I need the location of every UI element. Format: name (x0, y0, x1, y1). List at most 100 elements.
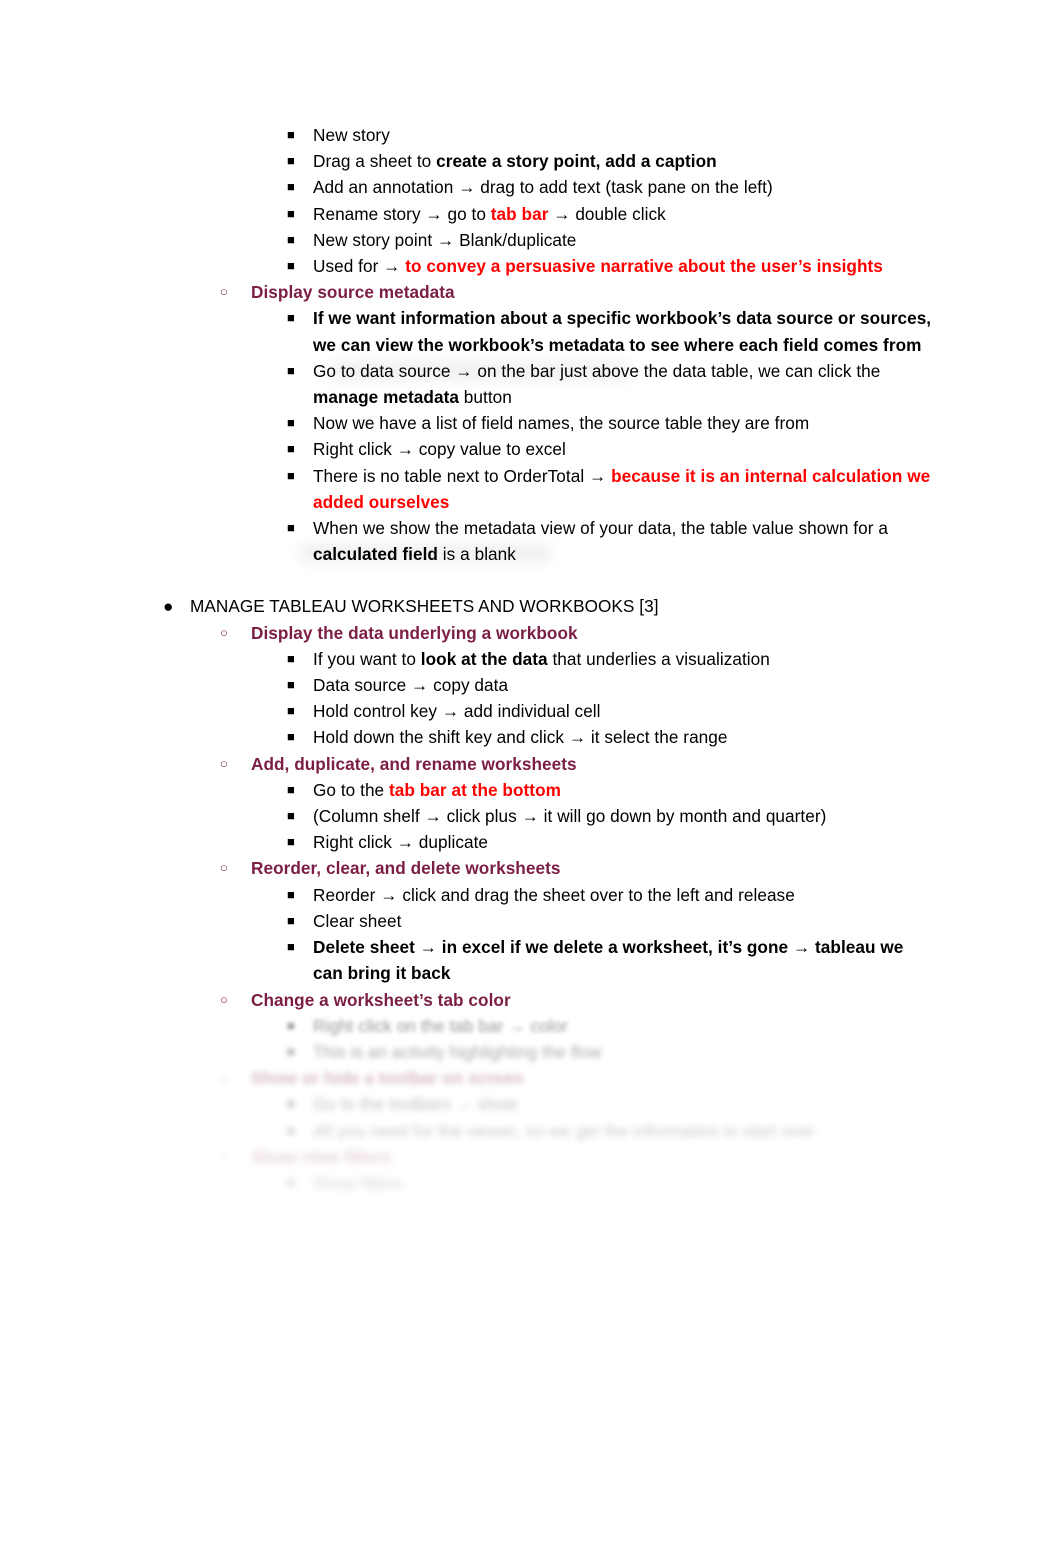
manage-tableau-section: ● MANAGE TABLEAU WORKSHEETS AND WORKBOOK… (0, 593, 1062, 1012)
list-item-text: Hold down the shift key and click → it s… (313, 727, 728, 748)
square-bullet-icon: ■ (287, 1174, 295, 1190)
square-bullet-icon: ■ (287, 205, 295, 221)
list-item-text-bold: calculated field (313, 544, 438, 565)
list-item: ■ Delete sheet → in excel if we delete a… (0, 934, 1062, 986)
circle-bullet-icon: ○ (220, 991, 228, 1007)
list-item: ■ Reorder → click and drag the sheet ove… (0, 882, 1062, 908)
list-item: ■ Now we have a list of field names, the… (0, 410, 1062, 436)
list-item-text: Right click → duplicate (313, 832, 489, 853)
square-bullet-icon: ■ (287, 231, 295, 247)
obscured-content-region: ■ Right click on the tab bar → color ■ T… (0, 1013, 1062, 1196)
list-item: ■ Add an annotation → drag to add text (… (0, 174, 1062, 200)
list-item-text-highlight: tab bar at the bottom (388, 779, 561, 800)
square-bullet-icon: ■ (287, 834, 295, 850)
square-bullet-icon: ■ (287, 520, 295, 536)
list-item: ■ Hold control key → add individual cell (0, 698, 1062, 724)
subsection-heading-label: Add, duplicate, and rename worksheets (251, 753, 577, 774)
subsection-heading-label: Display the data underlying a workbook (251, 622, 578, 643)
list-item-text: Add an annotation → drag to add text (ta… (313, 177, 773, 198)
subsection-heading-display-data-underlying: ○ Display the data underlying a workbook (0, 620, 1062, 646)
list-item-text: All you need for the viewer, so we get t… (313, 1120, 816, 1141)
square-bullet-icon: ■ (287, 467, 295, 483)
list-item-text-pre: Used for → (313, 256, 406, 277)
square-bullet-icon: ■ (287, 703, 295, 719)
list-item-obscured: ■ Show filters (0, 1170, 1062, 1196)
list-item-text: New story point → Blank/duplicate (313, 229, 577, 250)
list-item: ■ Go to data source → on the bar just ab… (0, 358, 1062, 410)
list-item-text: Hold control key → add individual cell (313, 701, 601, 722)
list-item-text-post: that underlies a visualization (547, 648, 770, 669)
subsection-heading-label: Reorder, clear, and delete worksheets (251, 858, 561, 879)
list-item-text-post: is a blank (437, 544, 516, 565)
list-item: ■ Drag a sheet to create a story point, … (0, 148, 1062, 174)
list-item-text: Delete sheet → in excel if we delete a w… (313, 937, 904, 984)
list-item: ■ Go to the tab bar at the bottom (0, 777, 1062, 803)
circle-bullet-icon: ○ (220, 1148, 228, 1164)
circle-bullet-icon: ○ (220, 284, 228, 300)
square-bullet-icon: ■ (287, 258, 295, 274)
square-bullet-icon: ■ (287, 1122, 295, 1138)
square-bullet-icon: ■ (287, 441, 295, 457)
circle-bullet-icon: ○ (220, 1070, 228, 1086)
square-bullet-icon: ■ (287, 939, 295, 955)
list-item: ■ Clear sheet (0, 908, 1062, 934)
list-item: ■ Right click → copy value to excel (0, 436, 1062, 462)
list-item-text-bold: look at the data (420, 648, 548, 669)
square-bullet-icon: ■ (287, 153, 295, 169)
subsection-heading-obscured: ○ Show or hide a toolbar on screen (0, 1065, 1062, 1091)
list-item-text: New story (313, 125, 390, 145)
list-item: ■ Right click → duplicate (0, 829, 1062, 855)
subsection-heading-display-source-metadata: ○ Display source metadata (0, 279, 1062, 305)
square-bullet-icon: ■ (287, 677, 295, 693)
list-item: ■ There is no table next to OrderTotal →… (0, 463, 1062, 515)
list-item: ■ If we want information about a specifi… (0, 305, 1062, 357)
list-item-text: Right click on the tab bar → color (313, 1015, 568, 1036)
list-item-text-bold: create a story point, add a caption (436, 151, 717, 172)
square-bullet-icon: ■ (287, 729, 295, 745)
list-item-text: Clear sheet (313, 910, 402, 931)
list-item-obscured: ■ This is an activity highlighting the f… (0, 1039, 1062, 1065)
subsection-heading-obscured: ○ Show view filters (0, 1144, 1062, 1170)
subsection-heading-reorder-clear-delete: ○ Reorder, clear, and delete worksheets (0, 855, 1062, 881)
circle-bullet-icon: ○ (220, 755, 228, 771)
list-item-text-pre: If you want to (313, 648, 421, 669)
list-item: ■ If you want to look at the data that u… (0, 646, 1062, 672)
list-item-text-highlight: to convey a persuasive narrative about t… (405, 256, 883, 277)
list-item-text: Right click → copy value to excel (313, 439, 566, 460)
list-item-text-highlight: tab bar (490, 203, 549, 224)
subsection-heading-change-tab-color: ○ Change a worksheet’s tab color (0, 987, 1062, 1013)
square-bullet-icon: ■ (287, 886, 295, 902)
list-item-obscured: ■ Right click on the tab bar → color (0, 1013, 1062, 1039)
list-item-text: Data source → copy data (313, 675, 509, 696)
square-bullet-icon: ■ (287, 362, 295, 378)
list-item-text-pre: Go to the (313, 779, 389, 800)
list-item: ■ Rename story → go to tab bar → double … (0, 201, 1062, 227)
section-heading-manage-tableau: ● MANAGE TABLEAU WORKSHEETS AND WORKBOOK… (0, 593, 1062, 619)
list-item: ■ New story point → Blank/duplicate (0, 227, 1062, 253)
list-item-text-bold: manage metadata (313, 387, 459, 408)
subsection-heading-label: Show view filters (251, 1146, 392, 1167)
story-items-list: ■ New story ■ Drag a sheet to create a s… (0, 122, 1062, 279)
subsection-heading-label: Change a worksheet’s tab color (251, 989, 511, 1010)
square-bullet-icon: ■ (287, 179, 295, 195)
list-item-text: Reorder → click and drag the sheet over … (313, 884, 795, 905)
list-item: ■ Used for → to convey a persuasive narr… (0, 253, 1062, 279)
square-bullet-icon: ■ (287, 1017, 295, 1033)
list-item-text-pre: Go to data source → on the bar just abov… (313, 360, 881, 381)
square-bullet-icon: ■ (287, 1043, 295, 1059)
display-source-metadata-section: ○ Display source metadata ■ If we want i… (0, 279, 1062, 567)
list-item-text-pre: When we show the metadata view of your d… (313, 518, 888, 539)
list-item-text: Go to the toolbars → show (313, 1094, 518, 1115)
list-item-text: If we want information about a specific … (313, 308, 932, 355)
square-bullet-icon: ■ (287, 912, 295, 928)
square-bullet-icon: ■ (287, 1096, 295, 1112)
square-bullet-icon: ■ (287, 127, 295, 142)
disc-bullet-icon: ● (163, 596, 174, 617)
list-item-obscured: ■ All you need for the viewer, so we get… (0, 1118, 1062, 1144)
list-item-text-post: → double click (548, 203, 666, 224)
subsection-heading-add-duplicate-rename: ○ Add, duplicate, and rename worksheets (0, 751, 1062, 777)
document-page: ■ New story ■ Drag a sheet to create a s… (0, 0, 1062, 1556)
list-item: ■ New story (0, 122, 1062, 148)
section-heading-label: MANAGE TABLEAU WORKSHEETS AND WORKBOOKS … (190, 596, 659, 617)
list-item-text-pre: There is no table next to OrderTotal → (313, 465, 612, 486)
